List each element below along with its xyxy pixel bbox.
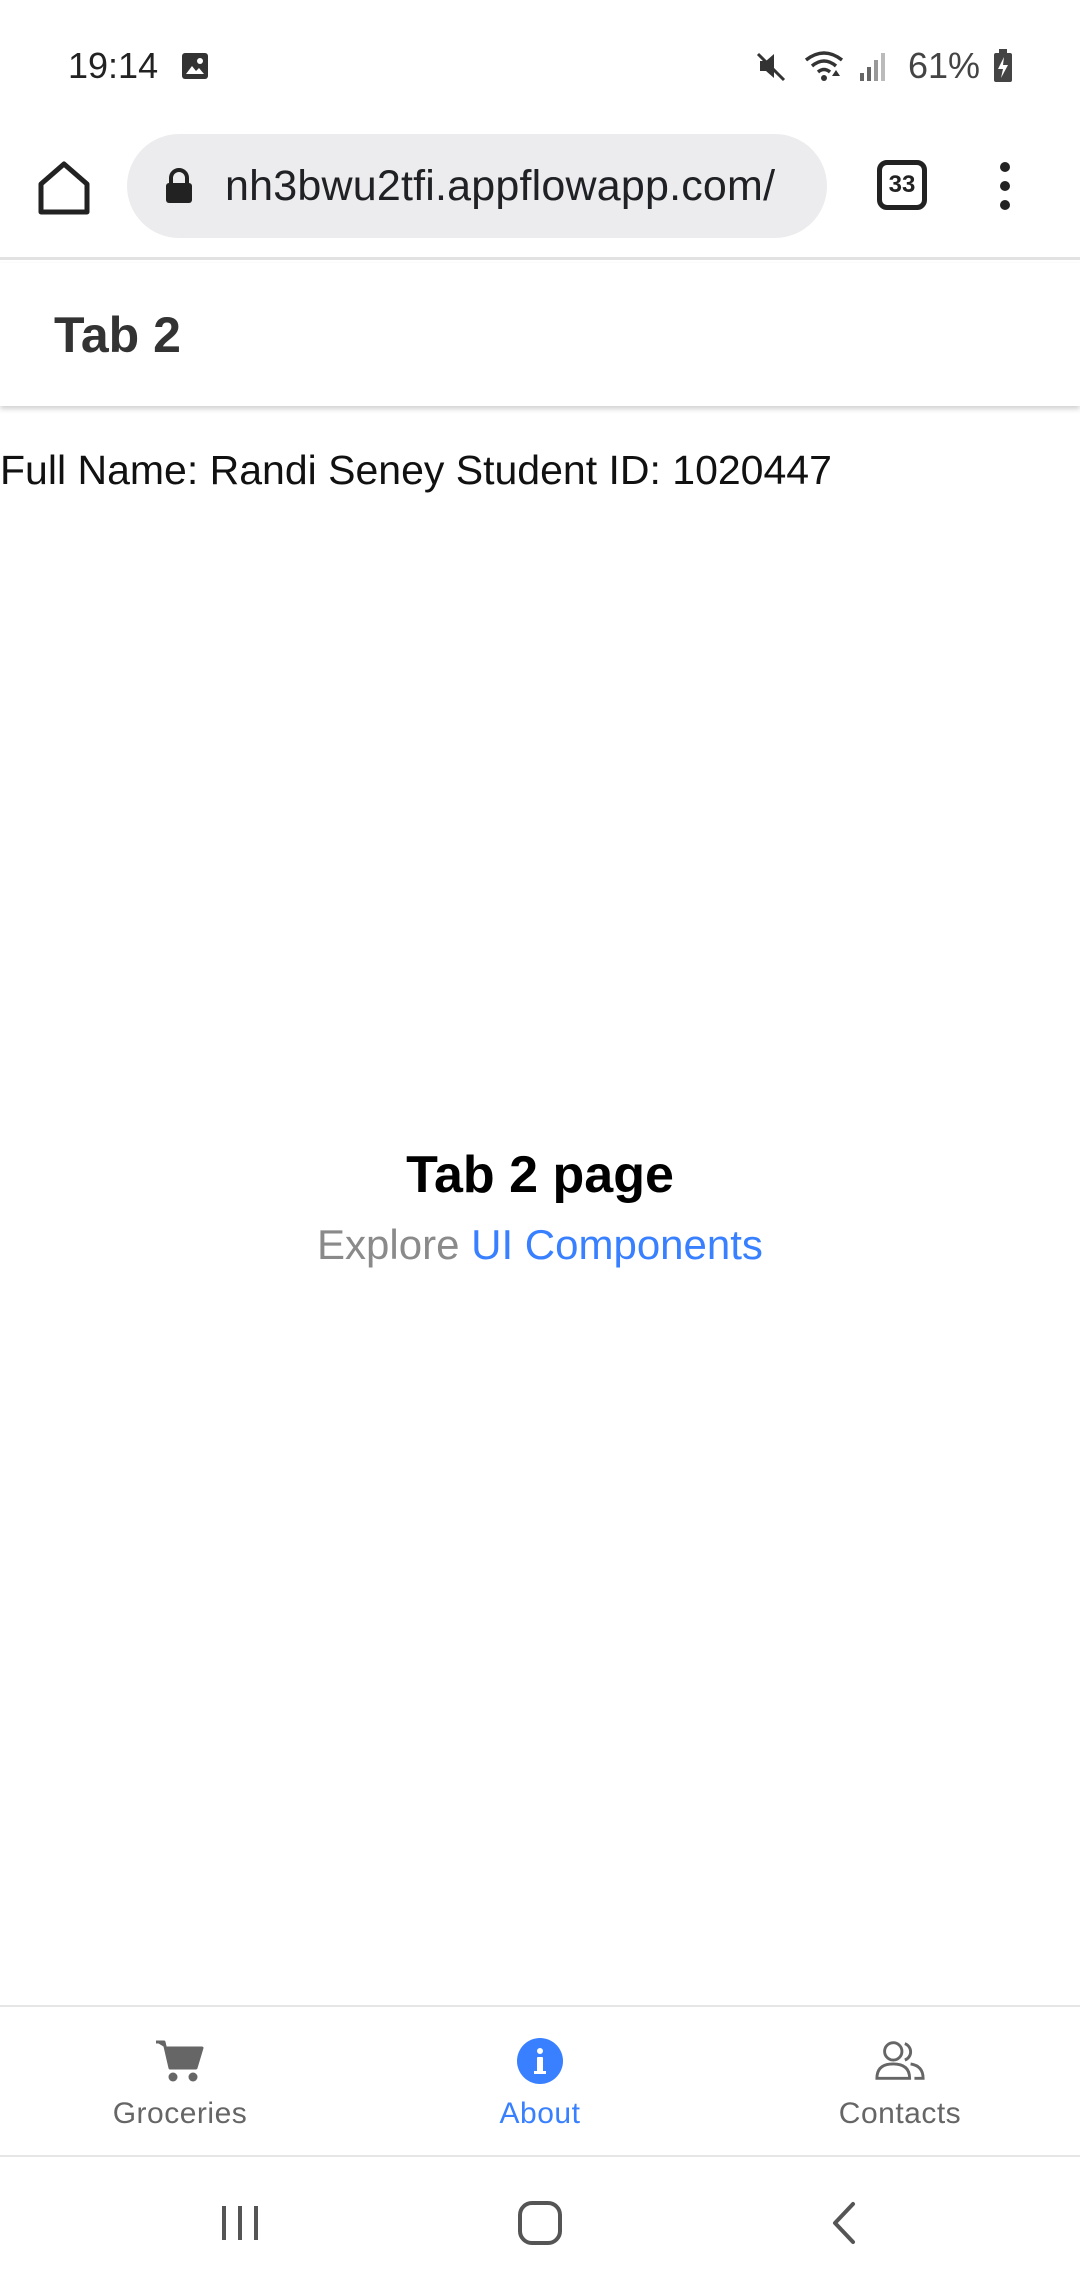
- explore-text: Explore UI Components: [0, 1221, 1080, 1269]
- status-left: 19:14: [68, 45, 210, 87]
- tab-label-groceries: Groceries: [112, 2097, 248, 2130]
- bottom-tab-bar: Groceries About Contacts: [0, 2005, 1080, 2155]
- explore-prefix: Explore: [317, 1221, 472, 1268]
- back-icon[interactable]: [814, 2197, 874, 2249]
- url-bar[interactable]: nh3bwu2tfi.appflowapp.com/: [127, 134, 827, 238]
- ui-components-link[interactable]: UI Components: [471, 1221, 763, 1268]
- signal-icon: [858, 49, 890, 83]
- tab-about[interactable]: About: [360, 2007, 720, 2155]
- cart-icon: [154, 2037, 206, 2085]
- battery-charging-icon: [992, 48, 1014, 84]
- tab-count: 33: [888, 171, 916, 198]
- screen: 19:14 61% nh3bwu2tfi.appflowapp.com/ 33 …: [0, 0, 1080, 2280]
- status-time: 19:14: [68, 45, 159, 86]
- browser-home-button[interactable]: [36, 158, 92, 222]
- url-text: nh3bwu2tfi.appflowapp.com/: [225, 161, 776, 210]
- app-header: Tab 2: [0, 263, 1080, 406]
- gallery-icon: [180, 51, 210, 81]
- battery-percent: 61%: [907, 45, 980, 86]
- more-menu-icon[interactable]: [990, 160, 1020, 212]
- status-bar: 19:14 61%: [0, 0, 1080, 132]
- lock-icon: [163, 167, 195, 205]
- status-right: 61%: [754, 45, 1014, 87]
- recents-icon[interactable]: [210, 2197, 270, 2249]
- tab-label-contacts: Contacts: [838, 2097, 962, 2130]
- page-title: Tab 2: [54, 306, 181, 363]
- home-icon: [36, 161, 92, 222]
- tab-contacts[interactable]: Contacts: [720, 2007, 1080, 2155]
- tab-page-heading: Tab 2 page: [406, 1146, 674, 1204]
- home-nav-icon[interactable]: [510, 2197, 570, 2249]
- wifi-icon: [802, 48, 846, 84]
- mute-icon: [754, 48, 790, 84]
- student-info-text: Full Name: Randi Seney Student ID: 10204…: [0, 447, 832, 493]
- info-icon: [514, 2037, 566, 2085]
- tab-groceries[interactable]: Groceries: [0, 2007, 360, 2155]
- system-nav-bar: [0, 2155, 1080, 2280]
- tabs-icon[interactable]: 33: [877, 160, 927, 210]
- browser-toolbar: nh3bwu2tfi.appflowapp.com/ 33: [0, 132, 1080, 260]
- people-icon: [874, 2037, 926, 2085]
- tab-label-about: About: [499, 2097, 581, 2130]
- explore-container: Tab 2 page Explore UI Components: [0, 1145, 1080, 1269]
